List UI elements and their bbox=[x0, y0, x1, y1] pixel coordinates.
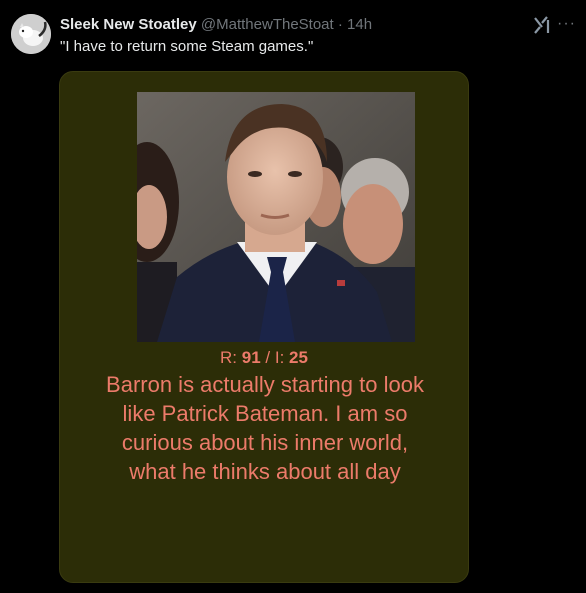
tweet-header: Sleek New Stoatley @MatthewTheStoat · 14… bbox=[60, 15, 516, 35]
r-label: R: bbox=[220, 348, 242, 367]
grok-icon[interactable] bbox=[531, 14, 553, 36]
portrait-photo bbox=[137, 92, 415, 342]
avatar[interactable] bbox=[11, 14, 51, 54]
separator-dot: · bbox=[337, 16, 343, 33]
tweet: Sleek New Stoatley @MatthewTheStoat · 14… bbox=[0, 0, 586, 593]
rating-stats: R: 91 / I: 25 bbox=[60, 348, 468, 368]
i-value: 25 bbox=[289, 348, 308, 367]
stoat-avatar-icon bbox=[11, 14, 51, 54]
tweet-text: "I have to return some Steam games." bbox=[60, 38, 314, 55]
display-name[interactable]: Sleek New Stoatley bbox=[60, 16, 197, 33]
media-card[interactable]: R: 91 / I: 25 Barron is actually startin… bbox=[59, 71, 469, 583]
image-caption: Barron is actually starting to look like… bbox=[106, 372, 424, 484]
r-value: 91 bbox=[241, 348, 261, 367]
user-handle[interactable]: @MatthewTheStoat bbox=[201, 16, 334, 33]
more-options-icon[interactable]: ··· bbox=[557, 16, 576, 32]
i-label: / I: bbox=[260, 348, 290, 367]
tweet-time[interactable]: 14h bbox=[347, 16, 372, 33]
